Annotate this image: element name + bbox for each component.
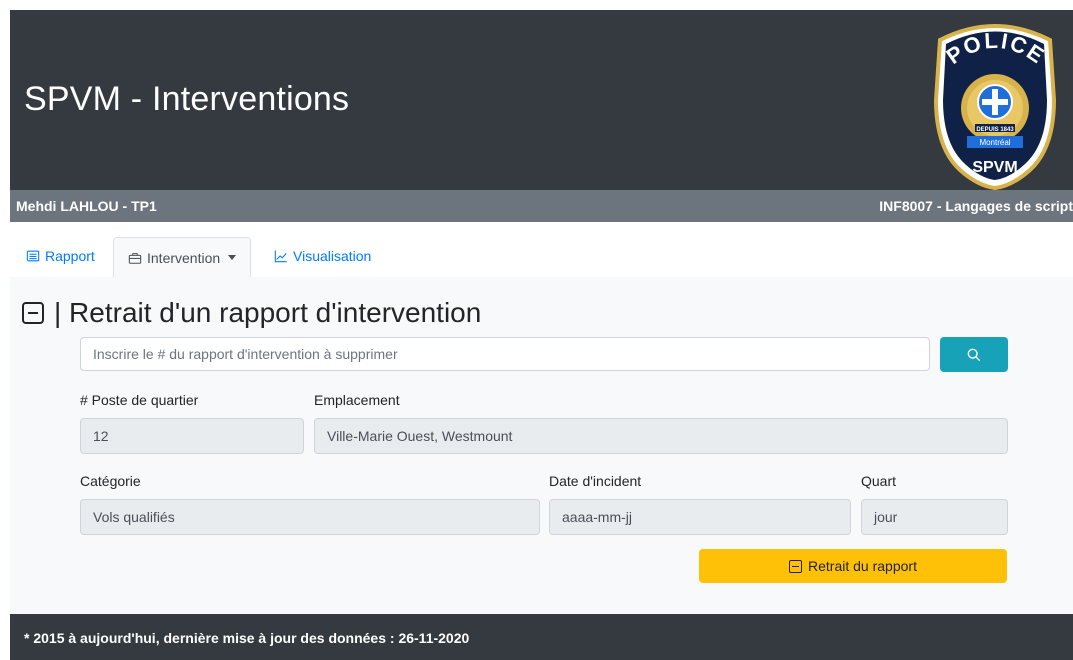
categorie-label: Catégorie <box>80 473 141 489</box>
tab-intervention[interactable]: Intervention <box>113 237 252 278</box>
tab-rapport-label: Rapport <box>45 248 95 264</box>
quart-field: jour <box>861 499 1008 535</box>
emplacement-field: Ville-Marie Ouest, Westmount <box>314 418 1008 454</box>
main-panel: | Retrait d'un rapport d'intervention # … <box>10 277 1073 614</box>
date-field: aaaa-mm-jj <box>549 499 851 535</box>
minus-square-icon <box>789 559 803 573</box>
list-icon <box>26 250 40 262</box>
section-title-text: | Retrait d'un rapport d'intervention <box>54 297 482 328</box>
poste-field: 12 <box>80 418 304 454</box>
course-label: INF8007 - Langages de script <box>879 198 1073 214</box>
tab-visualisation-label: Visualisation <box>293 248 372 264</box>
nav-tabs: Rapport Intervention Visualisation <box>10 237 1073 278</box>
police-badge-icon: POLICE DEPUIS 1843 Montréal SPVM <box>933 24 1057 191</box>
badge-city-text: Montréal <box>979 138 1010 147</box>
report-number-input[interactable] <box>80 337 930 371</box>
badge-bottom-text: SPVM <box>972 159 1017 176</box>
tab-intervention-label: Intervention <box>147 249 221 266</box>
chevron-down-icon <box>228 255 237 260</box>
remove-report-label: Retrait du rapport <box>808 558 917 574</box>
emplacement-label: Emplacement <box>314 392 400 408</box>
page-title: SPVM - Interventions <box>24 80 350 118</box>
briefcase-icon <box>128 252 142 264</box>
date-label: Date d'incident <box>549 473 642 489</box>
tab-visualisation[interactable]: Visualisation <box>260 237 385 275</box>
badge-ribbon-text: DEPUIS 1843 <box>976 127 1014 133</box>
quart-label: Quart <box>861 473 897 489</box>
page-header: SPVM - Interventions POLICE DEPUIS 1843 <box>10 10 1073 191</box>
search-icon <box>967 348 981 361</box>
remove-report-button[interactable]: Retrait du rapport <box>699 549 1007 583</box>
section-heading: | Retrait d'un rapport d'intervention <box>22 297 481 329</box>
tab-rapport[interactable]: Rapport <box>12 237 109 275</box>
chart-line-icon <box>274 250 287 263</box>
top-spacer <box>0 0 1073 10</box>
categorie-field: Vols qualifiés <box>80 499 540 535</box>
minus-square-icon <box>22 302 44 324</box>
subheader-bar: Mehdi LAHLOU - TP1 INF8007 - Langages de… <box>10 190 1073 222</box>
search-button[interactable] <box>940 337 1008 372</box>
author-label: Mehdi LAHLOU - TP1 <box>16 198 157 214</box>
footer-note: * 2015 à aujourd'hui, dernière mise à jo… <box>24 630 470 646</box>
spvm-police-badge: POLICE DEPUIS 1843 Montréal SPVM <box>920 20 1070 191</box>
poste-label: # Poste de quartier <box>80 392 199 408</box>
page-footer: * 2015 à aujourd'hui, dernière mise à jo… <box>10 614 1073 660</box>
